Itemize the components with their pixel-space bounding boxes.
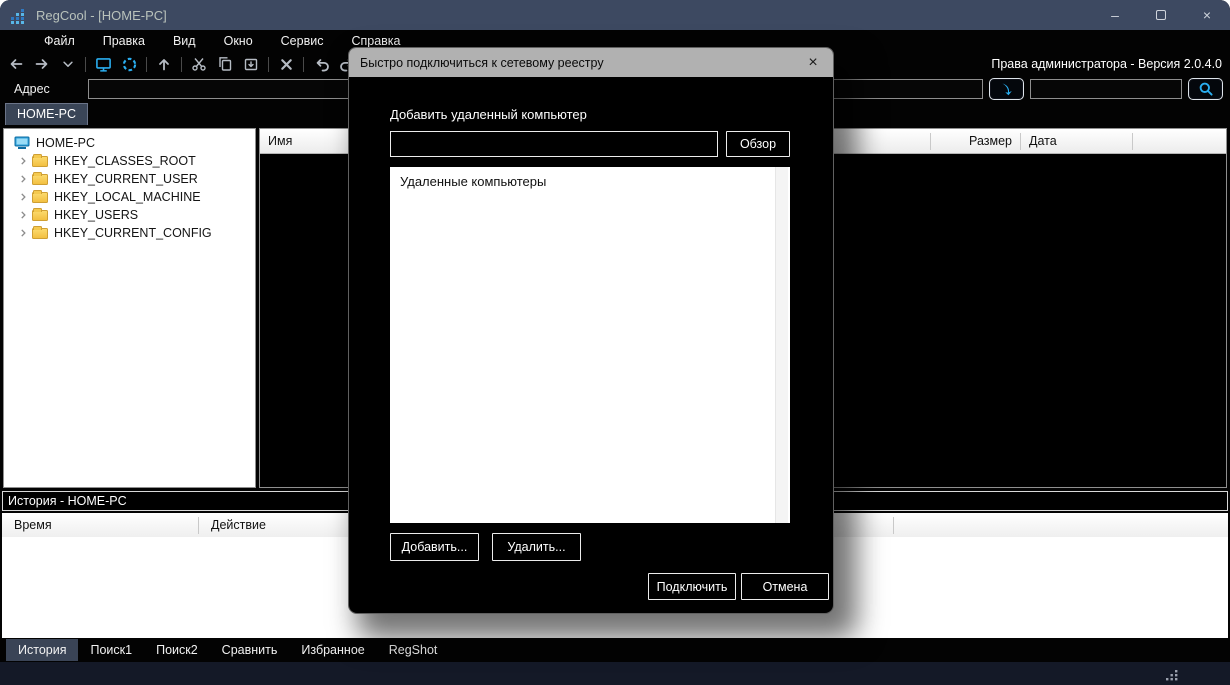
menu-view[interactable]: Вид bbox=[159, 32, 210, 50]
close-button[interactable]: × bbox=[1184, 0, 1230, 30]
undo-icon[interactable] bbox=[309, 54, 333, 74]
tree-item-hkey-users[interactable]: HKEY_USERS bbox=[4, 206, 255, 224]
search-icon bbox=[1198, 81, 1214, 97]
tab-favorites[interactable]: Избранное bbox=[289, 639, 376, 661]
forward-icon[interactable] bbox=[30, 54, 54, 74]
registry-tree: HOME-PC HKEY_CLASSES_ROOT HKEY_CURRENT_U… bbox=[3, 128, 256, 488]
regcool-window: RegCool - [HOME-PC] – × Файл Правка Вид … bbox=[0, 0, 1230, 685]
dialog-body: Добавить удаленный компьютер Обзор Удале… bbox=[349, 107, 833, 600]
tree-item-label: HKEY_CURRENT_CONFIG bbox=[54, 226, 212, 240]
menu-window[interactable]: Окно bbox=[210, 32, 267, 50]
toolbar-separator bbox=[268, 57, 269, 72]
tree-root-home-pc[interactable]: HOME-PC bbox=[4, 134, 255, 152]
minimize-button[interactable]: – bbox=[1092, 0, 1138, 30]
column-blank bbox=[894, 513, 1228, 537]
bottom-tab-bar: История Поиск1 Поиск2 Сравнить Избранное… bbox=[0, 638, 1230, 662]
folder-icon bbox=[32, 210, 48, 221]
doc-tab-home-pc[interactable]: HOME-PC bbox=[5, 103, 88, 125]
tree-item-label: HKEY_LOCAL_MACHINE bbox=[54, 190, 201, 204]
maximize-icon bbox=[1156, 10, 1166, 20]
chevron-right-icon[interactable] bbox=[14, 210, 32, 220]
column-date[interactable]: Дата bbox=[1021, 129, 1132, 153]
status-bar bbox=[0, 662, 1230, 685]
dialog-close-button[interactable]: × bbox=[793, 48, 833, 77]
toolbar-separator bbox=[146, 57, 147, 72]
cut-icon[interactable] bbox=[187, 54, 211, 74]
tree-item-hkey-classes-root[interactable]: HKEY_CLASSES_ROOT bbox=[4, 152, 255, 170]
toolbar-separator bbox=[303, 57, 304, 72]
search-button[interactable] bbox=[1188, 78, 1223, 100]
jump-to-key-button[interactable] bbox=[989, 78, 1024, 100]
chevron-right-icon[interactable] bbox=[14, 174, 32, 184]
chevron-right-icon[interactable] bbox=[14, 228, 32, 238]
title-bar: RegCool - [HOME-PC] – × bbox=[0, 0, 1230, 30]
remove-button[interactable]: Удалить... bbox=[492, 533, 581, 561]
dialog-title: Быстро подключиться к сетевому реестру bbox=[360, 56, 604, 70]
back-icon[interactable] bbox=[4, 54, 28, 74]
resize-grip-icon[interactable] bbox=[1166, 670, 1178, 681]
history-title-text: История - HOME-PC bbox=[8, 494, 127, 508]
menu-service[interactable]: Сервис bbox=[267, 32, 338, 50]
up-level-icon[interactable] bbox=[152, 54, 176, 74]
column-time[interactable]: Время bbox=[2, 513, 198, 537]
network-lifebuoy-icon[interactable] bbox=[117, 54, 141, 74]
browse-button[interactable]: Обзор bbox=[726, 131, 790, 157]
folder-icon bbox=[32, 228, 48, 239]
tree-item-label: HKEY_CLASSES_ROOT bbox=[54, 154, 196, 168]
delete-icon[interactable] bbox=[274, 54, 298, 74]
scrollbar-track[interactable] bbox=[775, 167, 788, 523]
tab-history[interactable]: История bbox=[6, 639, 78, 661]
tab-search2[interactable]: Поиск2 bbox=[144, 639, 210, 661]
quick-search-input[interactable] bbox=[1030, 79, 1182, 99]
close-icon: × bbox=[1203, 7, 1211, 23]
admin-version-text: Права администратора - Версия 2.0.4.0 bbox=[991, 57, 1230, 71]
cancel-button[interactable]: Отмена bbox=[741, 573, 829, 600]
folder-icon bbox=[32, 174, 48, 185]
address-label: Адрес bbox=[14, 82, 88, 96]
chevron-right-icon[interactable] bbox=[14, 156, 32, 166]
close-icon: × bbox=[808, 54, 817, 72]
dialog-title-bar: Быстро подключиться к сетевому реестру × bbox=[349, 48, 833, 77]
app-logo-icon bbox=[10, 7, 27, 24]
chevron-right-icon[interactable] bbox=[14, 192, 32, 202]
tab-compare[interactable]: Сравнить bbox=[210, 639, 290, 661]
tree-item-hkey-current-config[interactable]: HKEY_CURRENT_CONFIG bbox=[4, 224, 255, 242]
tree-item-label: HKEY_USERS bbox=[54, 208, 138, 222]
minimize-icon: – bbox=[1111, 7, 1119, 23]
window-title: RegCool - [HOME-PC] bbox=[36, 8, 167, 23]
remote-computers-list[interactable]: Удаленные компьютеры bbox=[390, 167, 790, 523]
tree-item-label: HKEY_CURRENT_USER bbox=[54, 172, 198, 186]
remote-computer-input[interactable] bbox=[390, 131, 718, 157]
menu-file[interactable]: Файл bbox=[30, 32, 89, 50]
toolbar-separator bbox=[85, 57, 86, 72]
toolbar-separator bbox=[181, 57, 182, 72]
menu-edit[interactable]: Правка bbox=[89, 32, 159, 50]
folder-icon bbox=[32, 156, 48, 167]
computer-icon bbox=[14, 136, 30, 150]
remote-computers-list-header: Удаленные компьютеры bbox=[390, 167, 790, 189]
add-button[interactable]: Добавить... bbox=[390, 533, 479, 561]
jump-arrow-icon bbox=[999, 81, 1015, 97]
connect-network-registry-dialog: Быстро подключиться к сетевому реестру ×… bbox=[349, 48, 833, 613]
tree-root-label: HOME-PC bbox=[36, 136, 95, 150]
tab-regshot[interactable]: RegShot bbox=[377, 639, 450, 661]
history-dropdown-icon[interactable] bbox=[56, 54, 80, 74]
copy-icon[interactable] bbox=[213, 54, 237, 74]
computer-icon[interactable] bbox=[91, 54, 115, 74]
connect-button[interactable]: Подключить bbox=[648, 573, 736, 600]
maximize-button[interactable] bbox=[1138, 0, 1184, 30]
paste-icon[interactable] bbox=[239, 54, 263, 74]
add-remote-computer-label: Добавить удаленный компьютер bbox=[390, 107, 790, 122]
column-blank bbox=[1133, 129, 1226, 153]
folder-icon bbox=[32, 192, 48, 203]
column-size[interactable]: Размер bbox=[931, 129, 1020, 153]
tree-item-hkey-current-user[interactable]: HKEY_CURRENT_USER bbox=[4, 170, 255, 188]
tree-item-hkey-local-machine[interactable]: HKEY_LOCAL_MACHINE bbox=[4, 188, 255, 206]
tab-search1[interactable]: Поиск1 bbox=[78, 639, 144, 661]
